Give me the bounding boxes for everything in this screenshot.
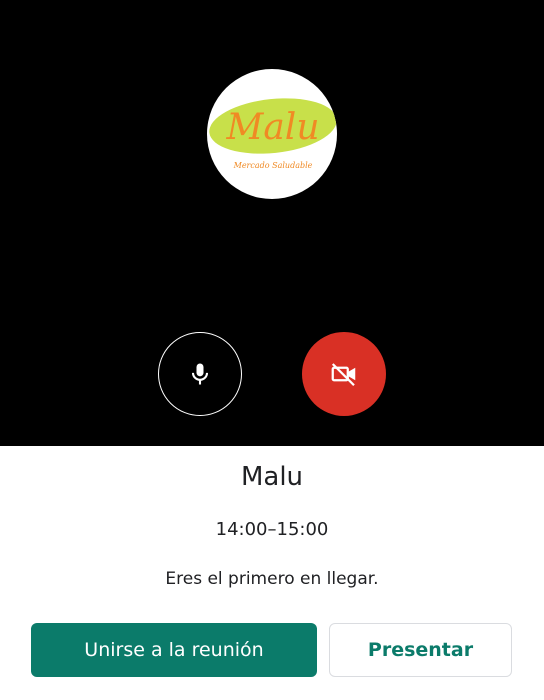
join-meeting-button[interactable]: Unirse a la reunión [31, 623, 317, 677]
video-preview: Malu Mercado Saludable [0, 0, 544, 446]
logo-tagline: Mercado Saludable [233, 161, 313, 170]
camera-off-icon [331, 363, 356, 387]
microphone-toggle-button[interactable] [158, 332, 242, 416]
logo-name: Malu [225, 107, 319, 148]
camera-toggle-button[interactable] [302, 332, 386, 416]
meeting-time: 14:00–15:00 [215, 519, 329, 540]
microphone-icon [191, 363, 209, 385]
avatar: Malu Mercado Saludable [207, 69, 337, 199]
present-button[interactable]: Presentar [329, 623, 512, 677]
status-message: Eres el primero en llegar. [165, 569, 379, 589]
meeting-title: Malu [240, 462, 304, 492]
malu-logo: Malu Mercado Saludable [209, 98, 337, 170]
